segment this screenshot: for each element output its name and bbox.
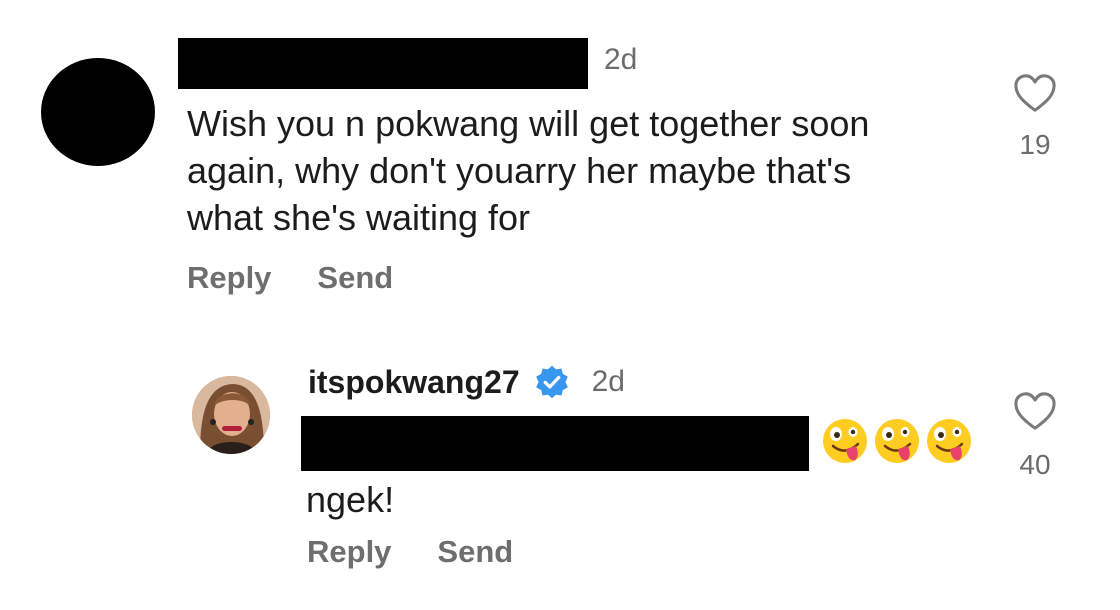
comment-text-line: again, why don't youarry her maybe that'…: [187, 150, 852, 191]
comment-text: ngek!: [306, 479, 395, 520]
send-button[interactable]: Send: [317, 258, 393, 298]
send-button[interactable]: Send: [437, 532, 513, 572]
avatar-redacted[interactable]: [41, 58, 155, 166]
avatar[interactable]: [192, 376, 270, 454]
comment-text-line: what she's waiting for: [187, 197, 531, 238]
zany-face-emoji-icon: [875, 419, 919, 463]
text-redaction: [301, 416, 809, 471]
comment-header: itspokwang27 2d: [308, 362, 625, 402]
heart-icon[interactable]: [1012, 72, 1058, 114]
heart-icon[interactable]: [1012, 390, 1058, 432]
username[interactable]: itspokwang27: [308, 362, 520, 402]
comment-actions: Reply Send: [187, 258, 393, 298]
reply-button[interactable]: Reply: [307, 532, 391, 572]
reply-button[interactable]: Reply: [187, 258, 271, 298]
like-count: 40: [1019, 449, 1051, 480]
profile-photo: [192, 376, 270, 454]
comment-text-line: Wish you n pokwang will get together soo…: [187, 103, 870, 144]
zany-face-emoji-icon: [823, 419, 867, 463]
verified-badge-icon: [535, 365, 568, 399]
comment-timestamp: 2d: [591, 365, 625, 398]
comment-actions: Reply Send: [307, 532, 513, 572]
emoji-group: [820, 416, 974, 466]
zany-face-emoji-icon: [927, 419, 971, 463]
comment-text: Wish you n pokwang will get together soo…: [187, 100, 987, 241]
like-count: 19: [1019, 129, 1051, 160]
comment-timestamp: 2d: [604, 43, 638, 76]
username-redaction: [178, 38, 588, 89]
